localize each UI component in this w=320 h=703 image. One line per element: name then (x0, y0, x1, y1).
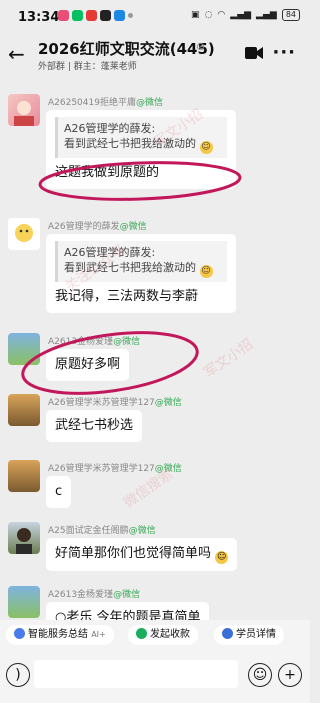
status-time: 13:34 (18, 10, 60, 25)
signal-icon: ▂▄▆ (230, 10, 252, 20)
chat-title: 2026红师文职交流(445) (38, 40, 215, 58)
collect-payment-button[interactable]: 发起收款 (128, 625, 198, 645)
status-app-icons (58, 10, 133, 21)
mute-icon: ◌ (204, 10, 213, 20)
emoji-icon[interactable]: ☺ (248, 663, 272, 687)
app-icon (86, 10, 97, 21)
annotation-overlay (21, 161, 242, 395)
wifi-icon: ◠ (217, 10, 226, 20)
add-icon[interactable]: + (278, 663, 302, 687)
qq-icon (100, 10, 111, 21)
video-call-icon[interactable] (244, 46, 264, 60)
notifications-off-icon: ⊘ (196, 40, 206, 53)
voice-input-icon[interactable]: ) (6, 663, 30, 687)
back-arrow-icon[interactable]: ← (8, 42, 25, 66)
payment-icon (136, 628, 147, 639)
message-list[interactable]: A26250419拒绝平庸@微信 A26管理学的薛发: 看到武经七书把我给激动的… (0, 78, 310, 620)
ai-badge: AI (91, 630, 100, 639)
nfc-icon: ▣ (191, 10, 200, 20)
app-icon (58, 10, 69, 21)
more-options-icon[interactable]: ··· (272, 42, 296, 63)
status-right: ▣ ◌ ◠ ▂▄▆ ▂▄▆ 84 (191, 9, 300, 21)
annotation-circle (21, 331, 199, 395)
chat-subtitle: 外部群 | 群主：蓬莱老师 (38, 62, 137, 72)
app-icon (114, 10, 125, 21)
chat-header: ← 2026红师文职交流(445) ⊘ 外部群 | 群主：蓬莱老师 ··· (0, 34, 310, 78)
status-bar: 13:34 ▣ ◌ ◠ ▂▄▆ ▂▄▆ 84 (0, 0, 310, 34)
more-dot-icon (128, 13, 133, 18)
message-input[interactable] (34, 660, 238, 688)
student-details-button[interactable]: 学员详情 (214, 625, 284, 645)
battery-icon: 84 (281, 9, 300, 21)
smart-service-icon (14, 628, 25, 639)
user-icon (222, 628, 233, 639)
annotation-circle (38, 161, 242, 201)
signal-icon-2: ▂▄▆ (256, 10, 277, 20)
wechat-icon (72, 10, 83, 21)
quick-action-bar: 智能服务总结 AI+ 发起收款 学员详情 (0, 620, 310, 650)
smart-summary-button[interactable]: 智能服务总结 AI+ (6, 625, 114, 645)
input-bar: ) ☺ + (0, 650, 310, 703)
